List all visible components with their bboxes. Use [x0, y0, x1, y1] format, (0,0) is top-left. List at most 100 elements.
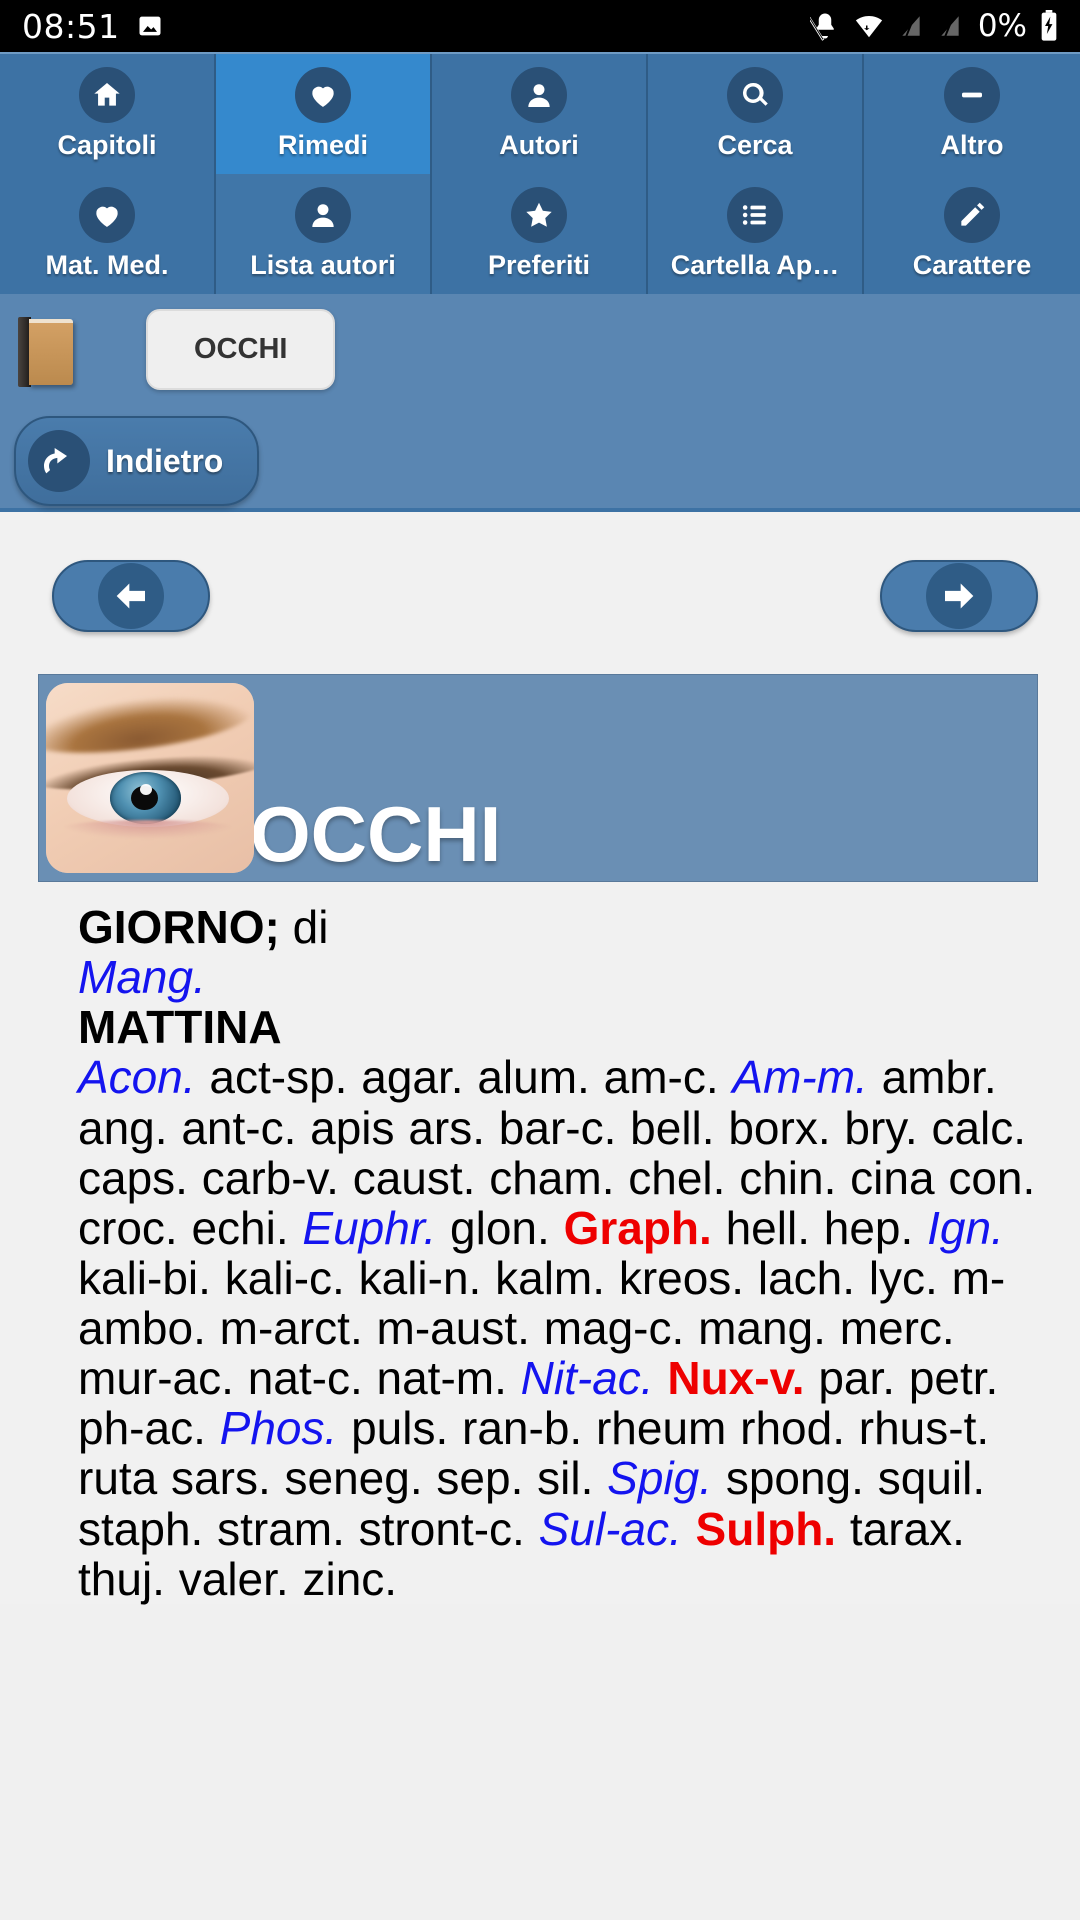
remedy-token[interactable]: apis — [310, 1102, 394, 1154]
breadcrumb-chip-occhi[interactable]: OCCHI — [146, 308, 336, 390]
remedy-token[interactable]: glon. — [450, 1202, 550, 1254]
book-icon[interactable] — [18, 317, 74, 387]
toolbar-item-label: Capitoli — [57, 130, 157, 160]
back-button[interactable]: Indietro — [14, 416, 260, 506]
next-page-button[interactable] — [880, 560, 1038, 632]
toolbar-item-altro[interactable]: Altro — [864, 54, 1080, 174]
prev-page-button[interactable] — [52, 560, 210, 632]
battery-charging-icon — [1040, 10, 1058, 42]
content-area: OCCHI GIORNO; di Mang. MATTINA Acon. act… — [0, 512, 1080, 1604]
remedy-token[interactable]: Sulph. — [696, 1503, 837, 1555]
remedy-token[interactable]: petr. — [909, 1352, 999, 1404]
remedy-token[interactable]: kali-c. — [225, 1252, 345, 1304]
remedy-token[interactable]: Sul-ac. — [539, 1503, 682, 1555]
remedy-token[interactable]: stront-c. — [359, 1503, 525, 1555]
remedy-token[interactable]: mur-ac. — [78, 1352, 234, 1404]
remedy-token[interactable]: Euphr. — [302, 1202, 436, 1254]
remedy-token[interactable]: mag-c. — [544, 1302, 685, 1354]
remedy-token[interactable]: ars. — [408, 1102, 485, 1154]
toolbar-item-capitoli[interactable]: Capitoli — [0, 54, 216, 174]
remedy-token[interactable]: stram. — [217, 1503, 345, 1555]
remedy-token[interactable]: Phos. — [220, 1402, 338, 1454]
remedy-token[interactable]: cham. — [489, 1152, 614, 1204]
remedy-token[interactable]: act-sp. — [209, 1051, 347, 1103]
remedy-token[interactable]: carb-v. — [202, 1152, 339, 1204]
remedy-token[interactable]: nat-c. — [248, 1352, 363, 1404]
remedy-token[interactable]: kalm. — [495, 1252, 605, 1304]
remedy-token[interactable]: ph-ac. — [78, 1402, 206, 1454]
remedy-token[interactable]: kreos. — [619, 1252, 744, 1304]
remedy-token[interactable]: mang. — [698, 1302, 826, 1354]
remedy-token[interactable]: par. — [818, 1352, 895, 1404]
remedy-token[interactable]: m-arct. — [220, 1302, 363, 1354]
remedy-token[interactable]: caps. — [78, 1152, 188, 1204]
toolbar-item-cerca[interactable]: Cerca — [648, 54, 864, 174]
remedy-token[interactable]: agar. — [361, 1051, 463, 1103]
undo-arrow-icon — [28, 430, 90, 492]
remedy-token[interactable]: echi. — [191, 1202, 288, 1254]
heart-icon — [79, 187, 135, 243]
toolbar-item-preferiti[interactable]: Preferiti — [432, 174, 648, 294]
remedy-token[interactable]: squil. — [878, 1452, 985, 1504]
remedy-token[interactable]: caust. — [353, 1152, 476, 1204]
remedy-token[interactable]: sep. — [436, 1452, 523, 1504]
remedy-token[interactable]: bell. — [630, 1102, 714, 1154]
remedy-token[interactable]: lyc. — [869, 1252, 938, 1304]
remedy-token[interactable]: ruta — [78, 1452, 157, 1504]
remedy-token[interactable]: thuj. — [78, 1553, 165, 1605]
remedy-token[interactable]: seneg. — [285, 1452, 423, 1504]
remedy-token[interactable]: nat-m. — [377, 1352, 507, 1404]
remedy-token[interactable]: borx. — [728, 1102, 830, 1154]
remedy-token[interactable]: ang. — [78, 1102, 168, 1154]
remedy-token[interactable]: ran-b. — [462, 1402, 582, 1454]
toolbar-item-carattere[interactable]: Carattere — [864, 174, 1080, 294]
toolbar-item-lista-autori[interactable]: Lista autori — [216, 174, 432, 294]
remedy-token[interactable]: kali-bi. — [78, 1252, 211, 1304]
remedy-token[interactable]: am-c. — [604, 1051, 719, 1103]
remedy-token[interactable]: alum. — [477, 1051, 589, 1103]
remedy-token[interactable]: cina — [850, 1152, 934, 1204]
rubric-bold: GIORNO; — [78, 901, 280, 953]
remedy-token[interactable]: Nux-v. — [667, 1352, 804, 1404]
remedy-token[interactable]: hell. — [726, 1202, 810, 1254]
remedy-token[interactable]: rhod. — [740, 1402, 845, 1454]
remedy-token[interactable]: valer. — [179, 1553, 289, 1605]
remedy-token[interactable]: Am-m. — [732, 1051, 867, 1103]
remedy-token[interactable]: sars. — [171, 1452, 271, 1504]
remedy-token[interactable]: Nit-ac. — [521, 1352, 654, 1404]
remedy-token[interactable]: calc. — [931, 1102, 1026, 1154]
remedy-token[interactable]: zinc. — [302, 1553, 397, 1605]
remedy-token[interactable]: merc. — [840, 1302, 955, 1354]
remedy-token[interactable]: Ign. — [927, 1202, 1004, 1254]
remedy-token[interactable]: puls. — [351, 1402, 448, 1454]
rubric-author-remedy[interactable]: Mang. — [78, 951, 206, 1003]
toolbar-item-mat-med[interactable]: Mat. Med. — [0, 174, 216, 294]
remedy-token[interactable]: ambr. — [882, 1051, 997, 1103]
remedy-token[interactable]: Spig. — [607, 1452, 712, 1504]
remedy-token[interactable]: Acon. — [78, 1051, 196, 1103]
remedy-token[interactable]: staph. — [78, 1503, 203, 1555]
remedy-token[interactable]: chin. — [739, 1152, 836, 1204]
remedy-token[interactable]: kali-n. — [359, 1252, 482, 1304]
remedy-token[interactable]: bry. — [844, 1102, 917, 1154]
remedy-token[interactable]: hep. — [824, 1202, 914, 1254]
toolbar-item-autori[interactable]: Autori — [432, 54, 648, 174]
toolbar-item-rimedi[interactable]: Rimedi — [216, 54, 432, 174]
remedy-token[interactable]: rhus-t. — [859, 1402, 989, 1454]
remedy-token[interactable]: chel. — [628, 1152, 725, 1204]
toolbar-item-label: Cartella Ap… — [670, 250, 840, 280]
rubric-line: GIORNO; di — [78, 902, 1040, 952]
remedy-token[interactable]: m-aust. — [377, 1302, 530, 1354]
remedy-token[interactable]: bar-c. — [499, 1102, 617, 1154]
remedy-token[interactable]: spong. — [726, 1452, 864, 1504]
remedy-token[interactable]: lach. — [758, 1252, 855, 1304]
remedy-token[interactable]: sil. — [537, 1452, 593, 1504]
remedy-token[interactable]: ant-c. — [181, 1102, 296, 1154]
remedy-token[interactable]: Graph. — [564, 1202, 712, 1254]
toolbar-item-cartella-appunti[interactable]: Cartella Ap… — [648, 174, 864, 294]
remedy-token[interactable]: con. — [948, 1152, 1035, 1204]
remedy-token[interactable]: croc. — [78, 1202, 178, 1254]
battery-percent-label: 0% — [977, 8, 1027, 44]
remedy-token[interactable]: tarax. — [850, 1503, 965, 1555]
remedy-token[interactable]: rheum — [596, 1402, 726, 1454]
